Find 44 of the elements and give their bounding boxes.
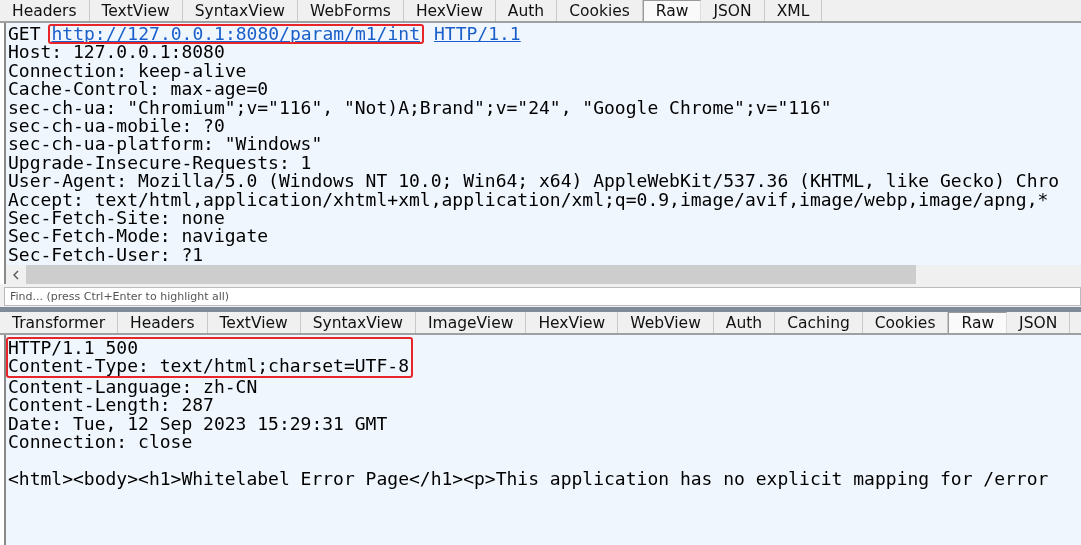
tab[interactable]: TextView	[89, 0, 183, 21]
tab[interactable]: HexView	[403, 0, 496, 21]
horizontal-scrollbar[interactable]	[4, 265, 1081, 284]
header-line: Connection: keep-alive	[8, 61, 247, 81]
tab[interactable]: JSON	[701, 0, 765, 21]
response-line: Content-Language: zh-CN	[8, 377, 258, 397]
response-line: <html><body><h1>Whitelabel Error Page</h1><p>This application has no explicit mapping for /error	[8, 469, 1049, 489]
tab[interactable]: Auth	[713, 312, 776, 333]
header-line: sec-ch-ua-mobile: ?0	[8, 117, 225, 136]
tab[interactable]: WebForms	[298, 0, 404, 21]
header-line: sec-ch-ua-platform: "Windows"	[8, 135, 323, 154]
tab[interactable]: Auth	[495, 0, 558, 21]
request-method: GET	[8, 23, 41, 44]
tab[interactable]: Headers	[118, 312, 208, 333]
version-link[interactable]: HTTP/1.1	[434, 23, 521, 44]
tab[interactable]: SyntaxView	[182, 0, 299, 21]
tab[interactable]: HexView	[526, 312, 619, 333]
tab[interactable]: XML	[764, 0, 823, 21]
tab[interactable]: TextView	[207, 312, 301, 333]
header-line: Sec-Fetch-Mode: navigate	[8, 227, 269, 246]
tab[interactable]: Transformer	[0, 312, 118, 333]
response-line: HTTP/1.1 500	[8, 339, 139, 358]
tab[interactable]: ImageView	[416, 312, 527, 333]
tab[interactable]: Raw	[642, 0, 702, 21]
header-line: Sec-Fetch-Site: none	[8, 209, 225, 228]
response-line: Connection: close	[8, 433, 193, 452]
header-line: Sec-Fetch-User: ?1	[8, 245, 204, 265]
url-link[interactable]: http://127.0.0.1:8080/param/m1/int	[48, 25, 423, 44]
header-line: User-Agent: Mozilla/5.0 (Windows NT 10.0; Win64; x64) AppleWebKit/537.36 (KHTML, like Gecko) Chro	[8, 172, 1060, 191]
header-line: Host: 127.0.0.1:8080	[8, 43, 225, 62]
tab[interactable]: Caching	[775, 312, 863, 333]
scrollbar-thumb[interactable]	[26, 265, 916, 284]
tab[interactable]: Raw	[948, 312, 1008, 333]
tab[interactable]: Headers	[0, 0, 90, 21]
response-line: Date: Tue, 12 Sep 2023 15:29:31 GMT	[8, 414, 388, 434]
tab[interactable]: WebView	[618, 312, 714, 333]
header-line: Upgrade-Insecure-Requests: 1	[8, 153, 312, 173]
tab[interactable]: Cookies	[557, 0, 643, 21]
tab[interactable]: JSON	[1007, 312, 1071, 333]
header-line: Cache-Control: max-age=0	[8, 80, 269, 99]
tab[interactable]: SyntaxView	[300, 312, 417, 333]
response-line: Content-Type: text/html;charset=UTF-8	[8, 357, 409, 376]
find-field[interactable]: Find... (press Ctrl+Enter to highlight all)	[4, 287, 1081, 306]
response-line: Content-Length: 287	[8, 396, 214, 415]
